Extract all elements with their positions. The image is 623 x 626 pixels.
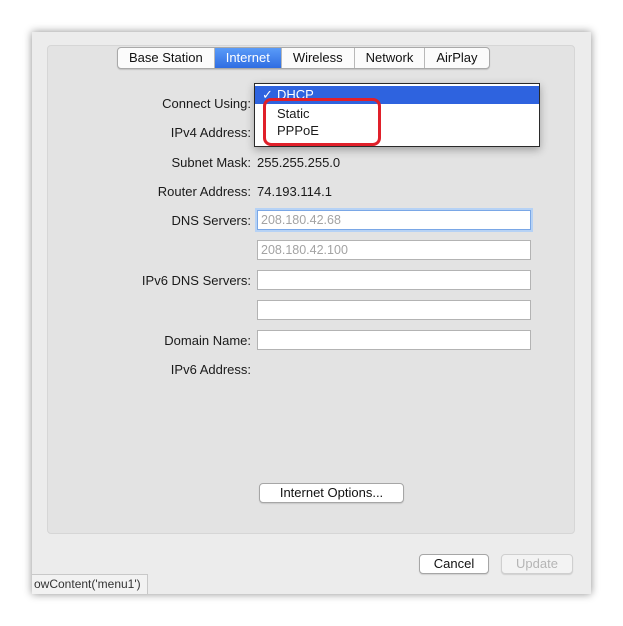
router-address-label: Router Address: <box>157 184 251 199</box>
tab-network[interactable]: Network <box>355 48 426 68</box>
tab-airplay[interactable]: AirPlay <box>425 48 488 68</box>
ipv4-address-label: IPv4 Address: <box>170 125 251 140</box>
ipv6-address-label: IPv6 Address: <box>170 362 251 377</box>
ipv6-dns-servers-label: IPv6 DNS Servers: <box>141 273 251 288</box>
update-button[interactable]: Update <box>501 554 573 574</box>
domain-name-field[interactable] <box>257 330 531 350</box>
ipv6-dns-server-2-field[interactable] <box>257 300 531 320</box>
tab-base-station[interactable]: Base Station <box>118 48 215 68</box>
subnet-mask-label: Subnet Mask: <box>171 155 252 170</box>
router-address-value: 74.193.114.1 <box>257 184 332 199</box>
domain-name-label: Domain Name: <box>164 333 251 348</box>
status-bar-text: owContent('menu1') <box>32 574 148 594</box>
subnet-mask-value: 255.255.255.0 <box>257 155 341 170</box>
connect-using-label: Connect Using: <box>162 96 251 111</box>
ipv6-dns-server-1-field[interactable] <box>257 270 531 290</box>
cancel-button[interactable]: Cancel <box>419 554 489 574</box>
red-highlight-box <box>263 98 381 146</box>
internet-options-button[interactable]: Internet Options... <box>259 483 404 503</box>
dns-server-2-field[interactable] <box>257 240 531 260</box>
dns-servers-label: DNS Servers: <box>171 213 251 228</box>
dns-server-1-field[interactable] <box>257 210 531 230</box>
tab-internet[interactable]: Internet <box>214 48 282 68</box>
tab-wireless[interactable]: Wireless <box>282 48 355 68</box>
tab-bar: Base Station Internet Wireless Network A… <box>117 47 490 69</box>
